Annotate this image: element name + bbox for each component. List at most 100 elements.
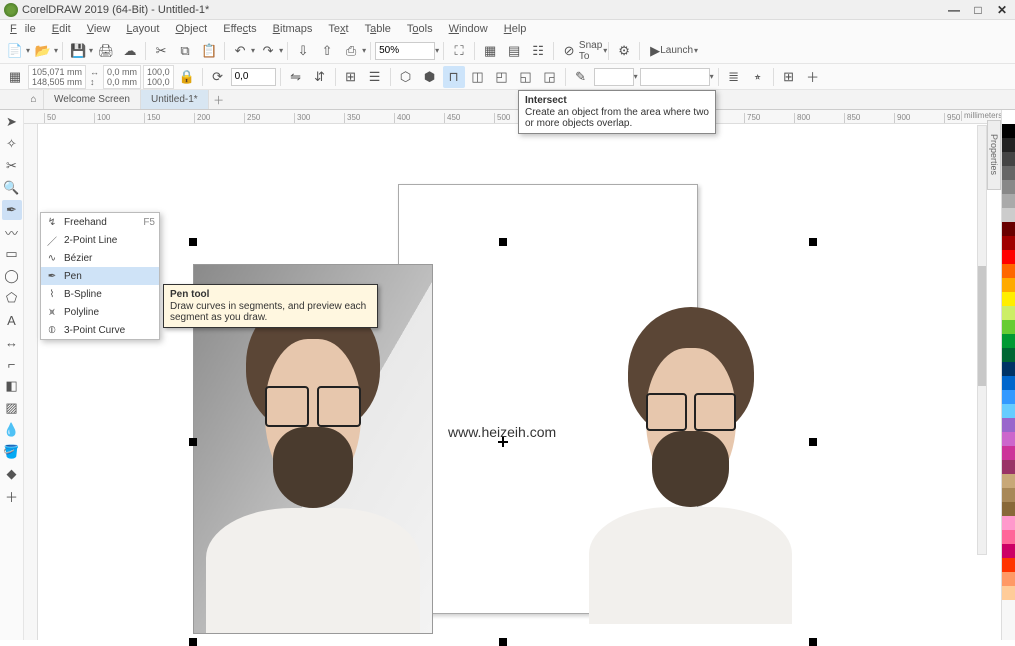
simplify-button[interactable]: ◫ (467, 66, 489, 88)
quick-customize-button[interactable]: ⊞ (778, 66, 800, 88)
selection-handle[interactable] (809, 438, 817, 446)
color-swatch[interactable] (1002, 250, 1015, 264)
flyout-item-3point[interactable]: ⦶3-Point Curve (41, 321, 159, 339)
outline-pen-icon[interactable]: ✎ (570, 66, 592, 88)
copy-button[interactable]: ⧉ (174, 40, 196, 62)
menu-table[interactable]: Table (361, 22, 395, 36)
color-swatch[interactable] (1002, 166, 1015, 180)
tab-add-button[interactable]: ＋ (209, 90, 229, 109)
color-swatch[interactable] (1002, 418, 1015, 432)
color-swatch[interactable] (1002, 404, 1015, 418)
connector-tool[interactable]: ⌐ (2, 354, 22, 374)
color-swatch[interactable] (1002, 152, 1015, 166)
menu-file[interactable]: File (6, 22, 40, 36)
color-swatch[interactable] (1002, 278, 1015, 292)
selection-handle[interactable] (189, 238, 197, 246)
outline-style-field[interactable] (640, 68, 710, 86)
paste-button[interactable]: 📋 (198, 40, 220, 62)
outline-style-dropdown-icon[interactable]: ▾ (710, 72, 714, 81)
color-swatch[interactable] (1002, 530, 1015, 544)
convert-curves-button[interactable]: ⭒ (747, 66, 769, 88)
color-swatch[interactable] (1002, 236, 1015, 250)
save-button[interactable]: 💾 (67, 40, 89, 62)
size-fields[interactable]: 0,0 mm 0,0 mm (103, 65, 141, 89)
parallel-dim-tool[interactable]: ↔ (2, 332, 22, 352)
drop-shadow-tool[interactable]: ◧ (2, 376, 22, 396)
fill-tool[interactable]: 🪣 (2, 442, 22, 462)
color-swatch[interactable] (1002, 432, 1015, 446)
outline-width-field[interactable] (594, 68, 634, 86)
position-fields[interactable]: 105,071 mm 148,505 mm (28, 65, 86, 89)
launch-button[interactable]: Launch ▾ (668, 40, 690, 62)
shape-tool[interactable]: ✧ (2, 134, 22, 154)
properties-docker-tab[interactable]: Properties (987, 120, 1001, 190)
open-button[interactable]: 📂 (32, 40, 54, 62)
color-swatch[interactable] (1002, 292, 1015, 306)
guides-button[interactable]: ☷ (527, 40, 549, 62)
grid-button[interactable]: ▤ (503, 40, 525, 62)
redo-dropdown-icon[interactable]: ▾ (279, 46, 283, 55)
tab-home[interactable]: ⌂ (24, 90, 44, 109)
selection-handle[interactable] (809, 238, 817, 246)
flyout-item-bspline[interactable]: ⌇B-Spline (41, 285, 159, 303)
close-button[interactable]: ✕ (995, 3, 1009, 17)
color-swatch[interactable] (1002, 334, 1015, 348)
cut-button[interactable]: ✂ (150, 40, 172, 62)
weld-button[interactable]: ⬡ (395, 66, 417, 88)
selection-handle[interactable] (189, 638, 197, 646)
smart-fill-tool[interactable]: ◆ (2, 464, 22, 484)
color-swatch[interactable] (1002, 558, 1015, 572)
outline-width-dropdown-icon[interactable]: ▾ (634, 72, 638, 81)
color-swatch[interactable] (1002, 208, 1015, 222)
menu-edit[interactable]: Edit (48, 22, 75, 36)
color-swatch[interactable] (1002, 138, 1015, 152)
color-swatch[interactable] (1002, 488, 1015, 502)
back-minus-front-button[interactable]: ◱ (515, 66, 537, 88)
color-swatch[interactable] (1002, 110, 1015, 124)
zoom-tool[interactable]: 🔍 (2, 178, 22, 198)
menu-layout[interactable]: Layout (122, 22, 163, 36)
fullscreen-button[interactable]: ⛶ (448, 40, 470, 62)
color-swatch[interactable] (1002, 306, 1015, 320)
color-swatch[interactable] (1002, 572, 1015, 586)
maximize-button[interactable]: □ (971, 3, 985, 17)
color-swatch[interactable] (1002, 264, 1015, 278)
rulers-button[interactable]: ▦ (479, 40, 501, 62)
rotation-field[interactable] (231, 68, 276, 86)
color-swatch[interactable] (1002, 124, 1015, 138)
open-dropdown-icon[interactable]: ▾ (54, 46, 58, 55)
color-swatch[interactable] (1002, 502, 1015, 516)
menu-object[interactable]: Object (171, 22, 211, 36)
flyout-item-bezier[interactable]: ∿Bézier (41, 249, 159, 267)
eyedropper-tool[interactable]: 💧 (2, 420, 22, 440)
zoom-field[interactable] (375, 42, 435, 60)
wrap-text-button[interactable]: ≣ (723, 66, 745, 88)
curve-tool-group[interactable]: ✒ (2, 200, 22, 220)
boundary-button[interactable]: ◲ (539, 66, 561, 88)
pick-tool[interactable]: ➤ (2, 112, 22, 132)
toolbox-add[interactable]: ＋ (2, 486, 22, 506)
color-swatch[interactable] (1002, 362, 1015, 376)
options-button[interactable]: ⚙ (613, 40, 635, 62)
new-dropdown-icon[interactable]: ▾ (26, 46, 30, 55)
ellipse-tool[interactable]: ◯ (2, 266, 22, 286)
undo-dropdown-icon[interactable]: ▾ (251, 46, 255, 55)
selection-handle[interactable] (499, 238, 507, 246)
flyout-item-freehand[interactable]: ↯FreehandF5 (41, 213, 159, 231)
selection-center-icon[interactable] (498, 437, 508, 447)
transparency-tool[interactable]: ▨ (2, 398, 22, 418)
save-dropdown-icon[interactable]: ▾ (89, 46, 93, 55)
front-minus-back-button[interactable]: ◰ (491, 66, 513, 88)
color-swatch[interactable] (1002, 544, 1015, 558)
import-button[interactable]: ⇩ (292, 40, 314, 62)
rectangle-tool[interactable]: ▭ (2, 244, 22, 264)
color-swatch[interactable] (1002, 320, 1015, 334)
text-tool[interactable]: A (2, 310, 22, 330)
color-swatch[interactable] (1002, 390, 1015, 404)
print-button[interactable]: 🖨 (95, 40, 117, 62)
trim-button[interactable]: ⬢ (419, 66, 441, 88)
object-origin-icon[interactable]: ▦ (4, 66, 26, 88)
scrollbar-thumb[interactable] (978, 266, 986, 386)
publish-dropdown-icon[interactable]: ▾ (362, 46, 366, 55)
menu-window[interactable]: Window (445, 22, 492, 36)
